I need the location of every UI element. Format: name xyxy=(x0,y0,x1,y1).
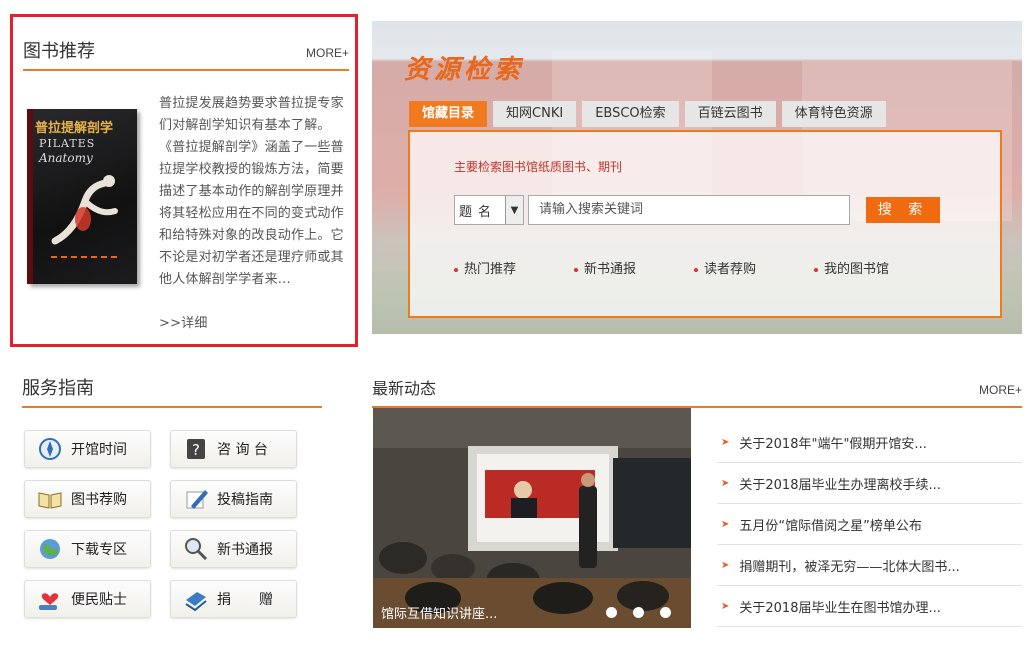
quick-link-hot[interactable]: 热门推荐 xyxy=(454,258,574,277)
search-box: 主要检索图书馆纸质图书、期刊 题名 ▼ 请输入搜索关键词 搜 索 热门推荐 新书… xyxy=(408,130,1002,318)
slide-dot[interactable] xyxy=(660,607,671,618)
service-guide-header: 服务指南 xyxy=(22,376,322,408)
search-hint: 主要检索图书馆纸质图书、期刊 xyxy=(454,160,623,174)
tab-catalog[interactable]: 馆藏目录 xyxy=(409,101,488,127)
tab-chaoxing-books[interactable]: 百链云图书 xyxy=(684,101,776,127)
lecture-photo xyxy=(373,408,691,628)
news-more-link[interactable]: MORE+ xyxy=(979,383,1022,397)
news-title: 最新动态 xyxy=(372,379,437,398)
arrow-right-icon: ➤ xyxy=(721,477,730,489)
book-recommend-panel: 图书推荐 MORE+ 普拉提解剖学 PILATES Anatomy 普拉提发展趋… xyxy=(10,14,358,347)
service-button-new-books[interactable]: 新书通报 xyxy=(170,530,297,568)
book-more-link[interactable]: MORE+ xyxy=(306,46,349,60)
news-item[interactable]: ➤ 关于2018届毕业生办理离校手续... xyxy=(717,463,1022,504)
cover-title-en-1: PILATES xyxy=(39,137,96,150)
news-item[interactable]: ➤ 五月份“馆际借阅之星”榜单公布 xyxy=(717,504,1022,545)
resource-search-panel: 资源检索 馆藏目录 知网CNKI EBSCO检索 百链云图书 体育特色资源 主要… xyxy=(372,21,1022,334)
search-field-value: 题名 xyxy=(459,204,498,220)
slide-pagination xyxy=(606,607,671,618)
arrow-right-icon: ➤ xyxy=(721,518,730,530)
service-button-opening-hours[interactable]: 开馆时间 xyxy=(24,430,151,468)
donate-icon xyxy=(185,592,207,612)
book-recommend-title: 图书推荐 xyxy=(23,41,95,62)
book-detail-link[interactable]: >>详细 xyxy=(159,313,345,335)
book-cover-image[interactable]: 普拉提解剖学 PILATES Anatomy xyxy=(27,109,137,284)
chevron-down-icon: ▼ xyxy=(505,196,523,224)
tab-cnki[interactable]: 知网CNKI xyxy=(493,101,577,127)
service-button-donate[interactable]: 捐 赠 xyxy=(170,580,297,618)
service-button-tips[interactable]: 便民贴士 xyxy=(24,580,151,618)
service-guide-title: 服务指南 xyxy=(22,378,94,399)
news-item[interactable]: ➤ 关于2018年"端午"假期开馆安... xyxy=(717,422,1022,463)
arrow-right-icon: ➤ xyxy=(721,436,730,448)
service-button-downloads[interactable]: 下载专区 xyxy=(24,530,151,568)
open-book-icon xyxy=(38,492,62,509)
arrow-right-icon: ➤ xyxy=(721,559,730,571)
pilates-figure-icon xyxy=(51,175,121,258)
search-quick-links: 热门推荐 新书通报 读者荐购 我的图书馆 xyxy=(454,258,934,277)
service-button-submission-guide[interactable]: 投稿指南 xyxy=(170,480,297,518)
search-field-select[interactable]: 题名 ▼ xyxy=(454,195,524,225)
search-input[interactable]: 请输入搜索关键词 xyxy=(528,195,850,225)
quick-link-new-books[interactable]: 新书通报 xyxy=(574,258,694,277)
cover-title-en-2: Anatomy xyxy=(39,151,93,165)
heart-hand-icon xyxy=(39,593,59,610)
book-description-text: 普拉提发展趋势要求普拉提专家们对解剖学知识有基本了解。《普拉提解剖学》涵盖了一些… xyxy=(159,96,344,287)
search-button[interactable]: 搜 索 xyxy=(866,197,940,223)
cover-title: 普拉提解剖学 xyxy=(35,121,114,136)
slide-dot[interactable] xyxy=(633,607,644,618)
news-header: 最新动态 MORE+ xyxy=(372,376,1022,408)
bullet-icon xyxy=(454,267,458,272)
bullet-icon xyxy=(574,267,578,272)
question-icon: ? xyxy=(187,439,205,459)
bullet-icon xyxy=(694,267,698,272)
search-heading: 资源检索 xyxy=(404,55,525,85)
quick-link-reader-recommend[interactable]: 读者荐购 xyxy=(694,258,814,277)
arrow-right-icon: ➤ xyxy=(721,600,730,612)
news-slideshow[interactable]: 馆际互借知识讲座... xyxy=(373,408,691,628)
book-recommend-header: 图书推荐 MORE+ xyxy=(23,39,349,71)
news-list: ➤ 关于2018年"端午"假期开馆安... ➤ 关于2018届毕业生办理离校手续..… xyxy=(717,422,1022,627)
slide-caption[interactable]: 馆际互借知识讲座... xyxy=(381,603,497,622)
svg-text:?: ? xyxy=(192,441,200,459)
book-description: 普拉提发展趋势要求普拉提专家们对解剖学知识有基本了解。《普拉提解剖学》涵盖了一些… xyxy=(159,93,345,335)
slide-dot[interactable] xyxy=(606,607,617,618)
tab-sports-resources[interactable]: 体育特色资源 xyxy=(781,101,886,127)
pen-icon xyxy=(186,490,208,509)
service-button-help-desk[interactable]: ? 咨 询 台 xyxy=(170,430,297,468)
quick-link-my-library[interactable]: 我的图书馆 xyxy=(814,258,934,277)
bullet-icon xyxy=(814,267,818,272)
search-tabs: 馆藏目录 知网CNKI EBSCO检索 百链云图书 体育特色资源 xyxy=(409,101,886,127)
service-button-book-recommend[interactable]: 图书荐购 xyxy=(24,480,151,518)
news-item[interactable]: ➤ 关于2018届毕业生在图书馆办理... xyxy=(717,586,1022,627)
magnifier-icon xyxy=(185,538,208,561)
globe-icon xyxy=(40,539,60,559)
tab-ebsco[interactable]: EBSCO检索 xyxy=(582,101,679,127)
compass-icon xyxy=(39,438,61,460)
news-item[interactable]: ➤ 捐赠期刊，被泽无穷——北体大图书... xyxy=(717,545,1022,586)
